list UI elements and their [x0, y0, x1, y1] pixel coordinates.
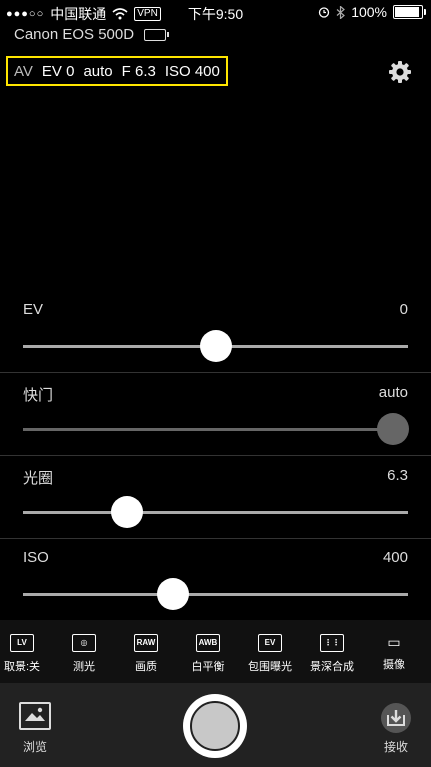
aperture-slider-knob[interactable] — [110, 496, 143, 528]
alarm-icon — [319, 7, 330, 18]
ev-label: EV — [23, 301, 44, 318]
ev-slider-knob[interactable] — [199, 330, 232, 362]
tool-focus-stack[interactable]: ⋮⋮ 景深合成 — [300, 634, 364, 674]
divider — [0, 372, 431, 373]
aperture-slider-track[interactable] — [23, 511, 408, 514]
tool-video-label: 摄像 — [383, 659, 405, 671]
video-camera-icon: ▭ — [387, 634, 401, 650]
browse-label: 浏览 — [22, 740, 47, 754]
shutter-label: 快门 — [23, 387, 54, 404]
summary-shutter: auto — [83, 62, 113, 80]
focus-stack-icon: ⋮⋮ — [320, 634, 344, 652]
tool-liveview-label: 取景:关 — [3, 661, 41, 673]
receive-button[interactable]: 接收 — [372, 702, 420, 755]
tool-white-balance[interactable]: AWB 白平衡 — [176, 634, 240, 674]
bluetooth-icon — [336, 5, 346, 19]
divider — [0, 455, 431, 456]
shutter-slider-track[interactable] — [23, 428, 408, 431]
browse-button[interactable]: 浏览 — [11, 702, 59, 755]
status-right: 100% — [318, 4, 426, 20]
summary-mode: AV — [14, 62, 33, 80]
camera-battery-icon — [144, 28, 170, 41]
aperture-label: 光圈 — [23, 470, 54, 487]
divider — [0, 538, 431, 539]
exposure-summary: AV EV 0 auto F 6.3 ISO 400 — [6, 56, 228, 86]
summary-ev: EV 0 — [41, 62, 75, 80]
tool-metering-label: 测光 — [73, 661, 95, 673]
tool-white-balance-label: 白平衡 — [191, 661, 225, 673]
shutter-value: auto — [378, 384, 408, 401]
tool-quality[interactable]: RAW 画质 — [114, 634, 178, 674]
camera-name: Canon EOS 500D — [14, 26, 135, 43]
gallery-icon — [19, 702, 51, 730]
receive-label: 接收 — [383, 740, 408, 754]
summary-iso: ISO 400 — [164, 62, 220, 80]
awb-icon: AWB — [196, 634, 220, 652]
battery-percent: 100% — [351, 4, 387, 20]
iso-slider-track[interactable] — [23, 593, 408, 596]
ev-value: 0 — [399, 301, 408, 318]
liveview-icon: LV — [10, 634, 34, 652]
tool-metering[interactable]: ◎ 测光 — [52, 634, 116, 674]
tool-focus-stack-label: 景深合成 — [310, 661, 354, 673]
tool-bracketing-label: 包围曝光 — [248, 661, 292, 673]
iso-slider-knob[interactable] — [157, 578, 190, 610]
summary-aperture: F 6.3 — [121, 62, 156, 80]
shutter-button-inner[interactable] — [190, 701, 240, 751]
tool-bracketing[interactable]: EV 包围曝光 — [238, 634, 302, 674]
tool-liveview[interactable]: LV 取景:关 — [0, 634, 54, 674]
tool-quality-label: 画质 — [135, 661, 157, 673]
camera-info: Canon EOS 500D — [14, 26, 170, 43]
status-bar: ●●●○○ 中国联通 VPN 下午9:50 100% — [0, 0, 431, 24]
download-tray-icon — [381, 703, 411, 733]
iso-label: ISO — [23, 549, 49, 566]
battery-fill — [395, 7, 419, 17]
battery-icon — [393, 5, 426, 19]
bracketing-icon: EV — [258, 634, 282, 652]
tool-video[interactable]: ▭ 摄像 — [362, 634, 426, 672]
gallery-picture-icon — [25, 707, 45, 721]
shutter-slider-knob[interactable] — [376, 413, 409, 445]
iso-value: 400 — [382, 549, 408, 566]
raw-quality-icon: RAW — [134, 634, 158, 652]
aperture-value: 6.3 — [387, 467, 408, 484]
settings-gear-icon[interactable] — [388, 60, 412, 84]
metering-icon: ◎ — [72, 634, 96, 652]
